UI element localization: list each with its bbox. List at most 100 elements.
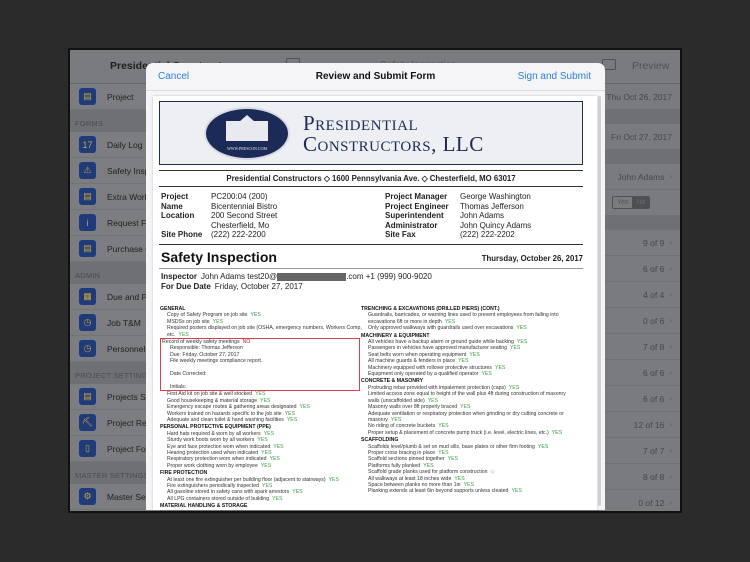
field-row[interactable]: 6 of 6 › xyxy=(600,256,680,282)
yes-no-toggle[interactable]: Yes No xyxy=(612,196,651,209)
item-status: YES xyxy=(458,358,469,365)
item-status: YES xyxy=(269,456,280,463)
field-value: 7 of 8 xyxy=(643,341,665,352)
field-value: 7 of 7 xyxy=(643,445,665,456)
field-row[interactable]: 7 of 7 › xyxy=(600,438,680,464)
chevron-right-icon: › xyxy=(669,316,672,325)
item-status: YES xyxy=(299,404,310,411)
item-status: YES xyxy=(494,364,506,371)
checklist-item: Guardrails, barricades, or warning lines… xyxy=(361,312,571,325)
item-status: YES xyxy=(261,482,273,489)
chevron-right-icon: › xyxy=(669,290,672,299)
info-value: Chesterfield, Mo xyxy=(211,220,270,230)
item-text: First Aid kit on job site & well stocked xyxy=(167,391,253,398)
sidebar-item-label: Project xyxy=(107,91,134,102)
no-option[interactable]: No xyxy=(632,197,650,208)
item-text: Guardrails, barricades, or warning lines… xyxy=(368,312,559,325)
info-label: Superintendent xyxy=(385,211,444,220)
item-text: Planking extends at least 6in beyond sup… xyxy=(368,488,509,495)
item-text: Platforms fully planked xyxy=(368,462,421,469)
section-gap xyxy=(600,216,680,230)
info-label: Site Phone xyxy=(161,230,203,239)
sidebar-item-label: Daily Log xyxy=(107,139,143,150)
review-submit-modal: Cancel Review and Submit Form Sign and S… xyxy=(146,63,605,510)
chevron-right-icon: › xyxy=(669,238,672,247)
chevron-right-icon: › xyxy=(669,420,672,429)
field-row[interactable]: Fri Oct 27, 2017 xyxy=(600,124,680,150)
flagged-item: Record of weekly safety meetings NO Respon… xyxy=(160,338,360,392)
yes-option[interactable]: Yes xyxy=(613,197,632,208)
item-status: YES xyxy=(257,437,268,444)
info-row: Site Fax (222) 222-2202 xyxy=(385,230,531,240)
field-value: John Adams xyxy=(617,171,665,182)
company-banner: WWW.PRESCON.COM Presidential Constructor… xyxy=(159,101,583,165)
seal-url: WWW.PRESCON.COM xyxy=(226,146,268,151)
field-row[interactable]: 12 of 16 › xyxy=(600,412,680,438)
item-status: YES xyxy=(444,318,456,325)
item-status: YES xyxy=(250,312,261,319)
chevron-right-icon: › xyxy=(669,342,672,351)
field-row[interactable]: 8 of 8 › xyxy=(600,464,680,490)
project-info-left: Project PC200:04 (200) Name Bicentennial Bi… xyxy=(161,192,277,240)
inspector-block: Inspector John Adams test20@ .com +1 (999)… xyxy=(161,272,432,292)
item-status: YES xyxy=(427,397,439,404)
item-status: YES xyxy=(390,416,402,423)
field-row[interactable]: 4 of 4 › xyxy=(600,282,680,308)
project-info-right: Project Manager George Washington Project … xyxy=(385,192,531,240)
field-value: Fri Oct 27, 2017 xyxy=(611,131,672,142)
project-icon: ▤ xyxy=(79,388,96,405)
item-text: Eye and face protection worn when indica… xyxy=(167,443,271,450)
field-row[interactable]: 0 of 6 › xyxy=(600,308,680,334)
form-date: Thursday, October 26, 2017 xyxy=(481,254,583,263)
info-label: Administrator xyxy=(385,220,438,230)
company-seal-logo: WWW.PRESCON.COM xyxy=(204,107,290,160)
item-status: YES xyxy=(510,345,521,352)
clock-icon: ◷ xyxy=(79,340,96,357)
item-status: YES xyxy=(423,462,434,469)
info-row: Name Bicentennial Bistro xyxy=(161,202,277,212)
item-status: ◇ xyxy=(490,469,495,476)
item-status: YES xyxy=(292,489,303,496)
clock-icon: ◷ xyxy=(79,314,96,331)
modal-header: Cancel Review and Submit Form Sign and S… xyxy=(146,63,605,91)
info-label: Location xyxy=(161,211,195,220)
info-value: John Quincy Adams xyxy=(460,220,532,230)
chevron-right-icon: › xyxy=(669,264,672,273)
checklist-item: Limited access zone equal to height of t… xyxy=(361,391,571,404)
item-status: YES xyxy=(212,318,224,325)
info-label: Name xyxy=(161,201,183,211)
item-text: Record of weekly safety meetings xyxy=(162,339,240,346)
excavator-icon: ⛏ xyxy=(79,414,96,431)
sign-and-submit-button[interactable]: Sign and Submit xyxy=(518,71,591,82)
item-text: Hard hats required & worn by all workers xyxy=(167,430,261,437)
item-text: All walkways at least 18 inches wide xyxy=(368,475,452,482)
chevron-right-icon: › xyxy=(669,498,672,507)
field-row[interactable]: 6 of 6 › xyxy=(600,360,680,386)
form-preview-document[interactable]: WWW.PRESCON.COM Presidential Constructor… xyxy=(153,96,597,510)
item-text: Scaffolds level/plumb & set on mud sills… xyxy=(368,443,535,450)
info-row: Superintendent John Adams xyxy=(385,211,531,221)
item-text: Copy of Safety Program on job site xyxy=(167,312,248,319)
yes-no-row: Yes No xyxy=(600,190,680,216)
document-scrollbar[interactable] xyxy=(598,96,601,506)
calendar-icon: 17 xyxy=(79,136,96,153)
field-row[interactable]: 9 of 9 › xyxy=(600,230,680,256)
calendar-icon: ▦ xyxy=(79,288,96,305)
item-text: All machine guards & fenders in place xyxy=(368,358,456,365)
field-row[interactable]: Thu Oct 26, 2017 xyxy=(600,84,680,110)
field-row[interactable]: 6 of 6 › xyxy=(600,386,680,412)
divider xyxy=(159,268,583,269)
chevron-right-icon: › xyxy=(669,446,672,455)
info-icon: i xyxy=(79,214,96,231)
item-text: Fire extinguishers periodically inspecte… xyxy=(167,482,259,489)
item-status: YES xyxy=(178,331,189,338)
preview-button[interactable]: Preview xyxy=(632,60,669,72)
checklist-left-column: GENERAL Copy of Safety Program on job sit… xyxy=(160,305,370,510)
item-text: Hearing protection used when indicated xyxy=(167,449,259,456)
field-row[interactable]: 7 of 8 › xyxy=(600,334,680,360)
checklist-item: Proper work clothing worn by employee YES xyxy=(160,463,370,469)
inspector-name: John Adams test20@ xyxy=(201,272,278,281)
field-row[interactable]: 0 of 12 › xyxy=(600,490,680,511)
field-row[interactable]: John Adams › xyxy=(600,164,680,190)
field-value: 0 of 6 xyxy=(643,315,665,326)
